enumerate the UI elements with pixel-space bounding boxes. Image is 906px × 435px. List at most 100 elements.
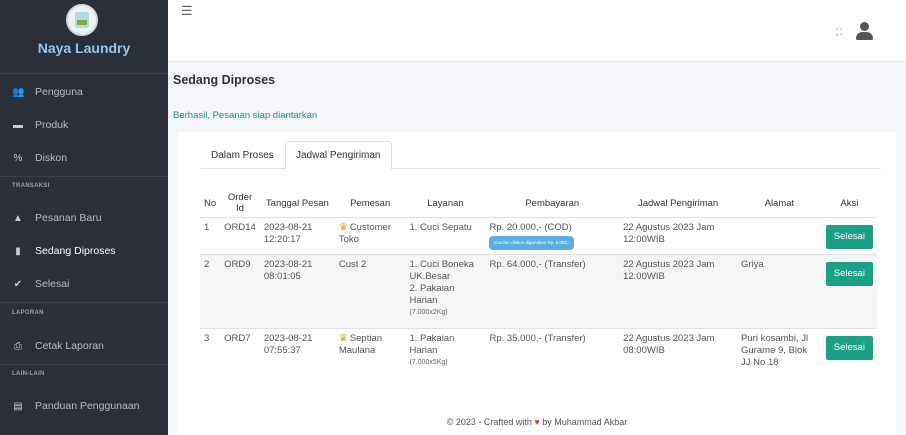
delivery-schedule: 22 Agustus 2023 Jam 12:00WIB — [619, 217, 738, 255]
sidebar-item-label: Sedang Diproses — [35, 245, 116, 257]
column-header: No — [200, 189, 221, 218]
divider — [0, 176, 168, 177]
row-number: 3 — [200, 328, 221, 379]
customer: ♛ Septian Maulana — [334, 328, 406, 379]
row-number: 1 — [200, 217, 221, 255]
sidebar-item-label: Selesai — [35, 278, 70, 290]
heart-icon: ♥ — [534, 417, 540, 427]
divider — [0, 73, 168, 74]
clipboard-icon: ▮ — [15, 245, 21, 257]
payment-amount: Rp. 64.000,- (Transfer) — [489, 259, 586, 270]
order-datetime: 2023-08-21 07:55:37 — [259, 328, 335, 379]
services: 1. Pakaian Harian (7.000x5Kg) — [405, 328, 486, 379]
crown-icon: ♛ — [338, 333, 348, 344]
tab-jadwal-pengiriman[interactable]: Jadwal Pengiriman — [285, 141, 392, 170]
service-name: 1. Pakaian Harian — [409, 333, 455, 356]
address: Griya — [737, 254, 822, 329]
action-cell: Selesai — [821, 254, 877, 329]
sidebar: Naya Laundry 👥 Pengguna ▬ Produk % Disko… — [0, 0, 168, 435]
percent-icon: % — [13, 152, 23, 164]
section-header-laporan: LAPORAN — [12, 310, 44, 316]
payment: Rp. 35.000,- (Transfer) — [485, 328, 620, 379]
expand-icon[interactable]: ⛶ — [836, 27, 842, 38]
main-content: Sedang Diproses Berhasil, Pesanan siap d… — [168, 62, 906, 435]
sidebar-item-cetak-laporan[interactable]: ⎙ Cetak Laporan — [0, 331, 168, 361]
check-icon: ✔ — [13, 278, 23, 290]
column-header: Pemesan — [334, 189, 406, 218]
address — [737, 217, 822, 255]
order-time: 12:20:17 — [263, 234, 301, 245]
selesai-button[interactable]: Selesai — [825, 225, 873, 249]
sidebar-item-label: Panduan Penggunaan — [35, 400, 140, 412]
section-header-transaksi: TRANSAKSI — [12, 183, 50, 189]
briefcase-icon: ▬ — [13, 119, 23, 131]
order-date: 2023-08-21 — [263, 333, 313, 344]
order-date: 2023-08-21 — [263, 259, 313, 270]
orders-card: Dalam Proses Jadwal Pengiriman No Order … — [178, 132, 896, 435]
section-header-lain-lain: LAIN-LAIN — [12, 371, 45, 377]
order-date: 2023-08-21 — [263, 222, 313, 233]
sidebar-item-panduan[interactable]: ▤ Panduan Penggunaan — [0, 391, 168, 421]
sidebar-item-label: Produk — [35, 119, 69, 131]
services: 1. Cuci Boneka UK.Besar 2. Pakaian Haria… — [405, 254, 486, 329]
user-icon[interactable] — [856, 22, 873, 40]
footer-prefix: © 2023 - Crafted with — [446, 417, 532, 427]
tab-dalam-proses[interactable]: Dalam Proses — [201, 141, 284, 169]
sidebar-item-diskon[interactable]: % Diskon — [0, 143, 168, 173]
service-name: 1. Cuci Sepatu — [409, 222, 472, 233]
column-header: Aksi — [821, 189, 877, 218]
column-header: Layanan — [405, 189, 486, 218]
sidebar-item-sedang-diproses[interactable]: ▮ Sedang Diproses — [0, 236, 168, 266]
sidebar-item-label: Pengguna — [35, 86, 83, 98]
orders-table: No Order Id Tanggal Pesan Pemesan Layana… — [200, 189, 877, 379]
sidebar-item-produk[interactable]: ▬ Produk — [0, 110, 168, 140]
print-icon: ⎙ — [14, 340, 22, 352]
service-detail: (7.000x2Kg) — [409, 309, 448, 316]
sidebar-item-pesanan-baru[interactable]: ▲ Pesanan Baru — [0, 203, 168, 233]
footer-suffix: by Muhammad Akbar — [542, 417, 628, 427]
voucher-badge: Voucher diskon digunakan Rp. 5.000,- — [489, 236, 574, 250]
table-row: 3 ORD7 2023-08-21 07:55:37 ♛ Septian Maula… — [200, 328, 877, 379]
order-datetime: 2023-08-21 08:01:05 — [259, 254, 335, 329]
payment: Rp. 20.000,- (COD) Voucher diskon digunak… — [485, 217, 620, 255]
payment-amount: Rp. 20.000,- (COD) — [489, 222, 572, 233]
top-navbar: ☰ ⛶ — [168, 0, 906, 62]
delivery-schedule: 22 Agustus 2023 Jam 12:00WIB — [619, 254, 738, 329]
divider — [0, 302, 168, 303]
crown-icon: ♛ — [338, 222, 348, 233]
column-header: Jadwal Pengiriman — [619, 189, 738, 218]
divider — [0, 364, 168, 365]
selesai-button[interactable]: Selesai — [825, 336, 873, 360]
order-id: ORD7 — [220, 328, 260, 379]
payment-amount: Rp. 35.000,- (Transfer) — [489, 333, 586, 344]
action-cell: Selesai — [821, 217, 877, 255]
selesai-button[interactable]: Selesai — [825, 262, 873, 286]
page-title: Sedang Diproses — [173, 73, 276, 87]
column-header: Alamat — [737, 189, 822, 218]
service-detail: (7.000x5Kg) — [409, 359, 448, 366]
users-icon: 👥 — [12, 86, 25, 98]
column-header: Pembayaran — [485, 189, 620, 218]
hamburger-icon[interactable]: ☰ — [181, 3, 193, 19]
service-name: 1. Cuci Boneka UK.Besar — [409, 259, 474, 282]
address: Puri kosambi, Jl Gurame 9, Blok JJ No 18 — [737, 328, 822, 379]
service-name: 2. Pakaian Harian — [409, 283, 455, 306]
sidebar-item-label: Diskon — [35, 152, 68, 164]
table-row: 1 ORD14 2023-08-21 12:20:17 ♛ Customer Tok… — [200, 217, 877, 255]
sidebar-item-pengguna[interactable]: 👥 Pengguna — [0, 77, 168, 107]
order-datetime: 2023-08-21 12:20:17 — [259, 217, 335, 255]
customer: Cust 2 — [334, 254, 406, 329]
action-cell: Selesai — [821, 328, 877, 379]
order-id: ORD9 — [220, 254, 260, 329]
tab-bar: Dalam Proses Jadwal Pengiriman — [201, 141, 881, 170]
sidebar-item-selesai[interactable]: ✔ Selesai — [0, 269, 168, 299]
row-number: 2 — [200, 254, 221, 329]
laundry-logo-icon — [66, 4, 98, 36]
payment: Rp. 64.000,- (Transfer) — [485, 254, 620, 329]
order-time: 08:01:05 — [263, 271, 301, 282]
column-header: Tanggal Pesan — [259, 189, 335, 218]
brand-name[interactable]: Naya Laundry — [0, 40, 168, 56]
delivery-schedule: 22 Agustus 2023 Jam 08:00WIB — [619, 328, 738, 379]
success-alert: Berhasil, Pesanan siap diantarkan — [173, 110, 318, 121]
sidebar-item-label: Cetak Laporan — [35, 340, 104, 352]
